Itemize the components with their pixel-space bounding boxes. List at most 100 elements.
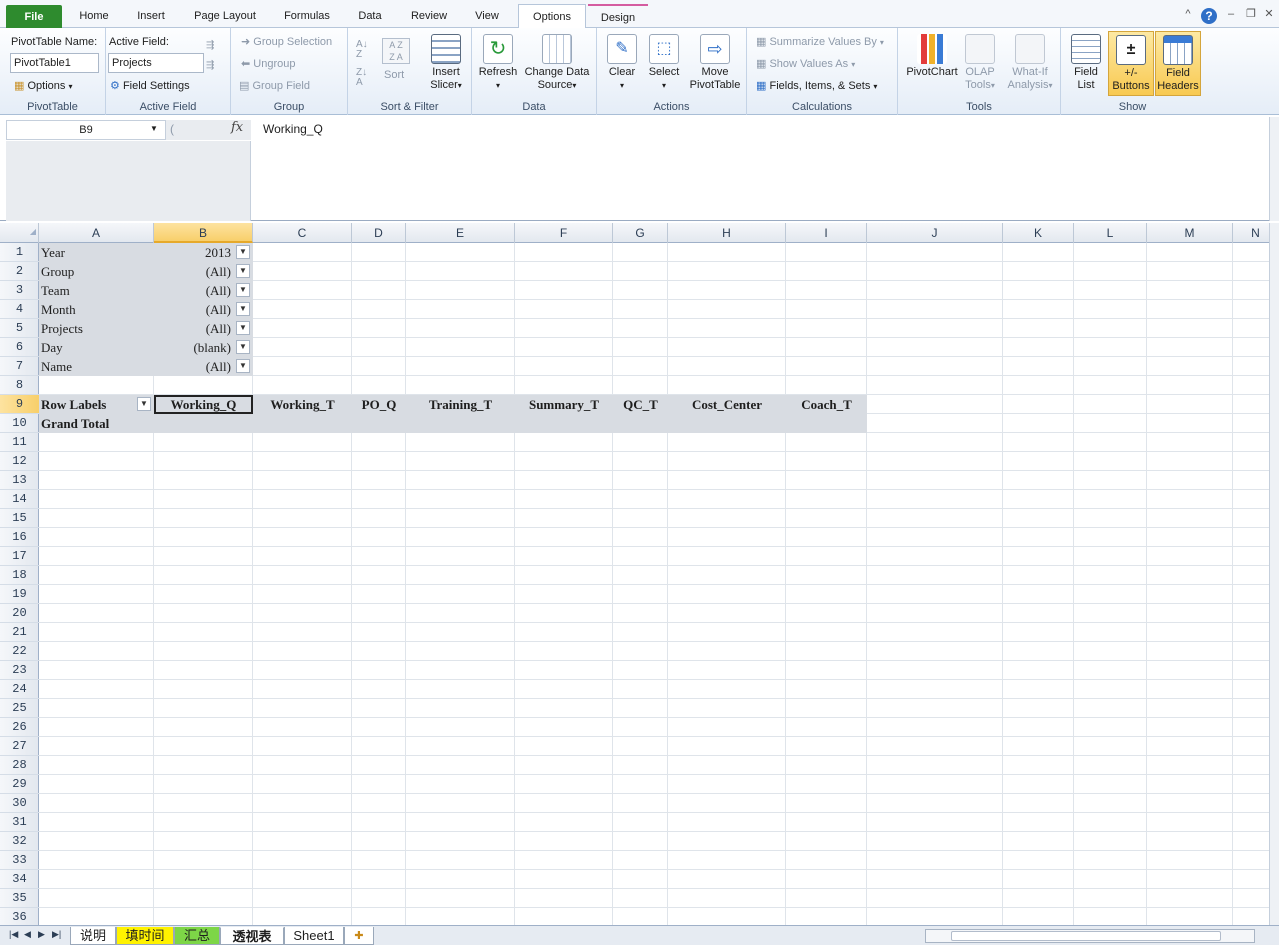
row-labels-header[interactable]: Row Labels — [41, 395, 152, 414]
last-sheet-icon[interactable]: ▶| — [52, 929, 61, 940]
row-header-17[interactable]: 17 — [0, 547, 39, 566]
row-header-31[interactable]: 31 — [0, 813, 39, 832]
row-header-26[interactable]: 26 — [0, 718, 39, 737]
vertical-scrollbar[interactable] — [1269, 223, 1279, 925]
formula-cancel-icon[interactable]: ( — [170, 122, 174, 136]
sort-button[interactable]: Sort — [384, 69, 404, 81]
row-header-15[interactable]: 15 — [0, 509, 39, 528]
show-values-button[interactable]: ▦ Show Values As ▾ — [756, 57, 855, 70]
group-selection-button[interactable]: ➜ Group Selection — [241, 35, 332, 48]
filter-active-icon[interactable]: ▼ — [236, 340, 250, 354]
row-header-14[interactable]: 14 — [0, 490, 39, 509]
pivot-value-header[interactable]: Cost_Center — [670, 395, 784, 414]
filter-field-label[interactable]: Name — [41, 357, 152, 376]
insert-slicer-button[interactable]: Insert Slicer▾ — [426, 34, 466, 92]
formula-bar-scrollbar[interactable] — [1269, 117, 1279, 221]
row-header-19[interactable]: 19 — [0, 585, 39, 604]
row-header-6[interactable]: 6 — [0, 338, 39, 357]
field-list-button[interactable]: Field List — [1067, 34, 1105, 92]
pivottable-name-input[interactable]: PivotTable1 — [10, 53, 99, 73]
filter-field-label[interactable]: Month — [41, 300, 152, 319]
select-button[interactable]: ⬚ Select ▾ — [645, 34, 683, 92]
filter-dropdown-icon[interactable]: ▼ — [236, 283, 250, 297]
row-header-21[interactable]: 21 — [0, 623, 39, 642]
tab-view[interactable]: View — [464, 4, 510, 28]
filter-field-label[interactable]: Team — [41, 281, 152, 300]
insert-sheet-icon[interactable]: ✚ — [344, 927, 374, 945]
formula-content[interactable]: Working_Q — [263, 122, 323, 136]
window-close-icon[interactable]: ✕ — [1262, 7, 1276, 21]
row-header-28[interactable]: 28 — [0, 756, 39, 775]
column-header-J[interactable]: J — [867, 223, 1003, 243]
tab-options[interactable]: Options — [518, 4, 586, 29]
row-header-7[interactable]: 7 — [0, 357, 39, 376]
filter-dropdown-icon[interactable]: ▼ — [236, 359, 250, 373]
group-field-button[interactable]: ▤ Group Field — [239, 79, 310, 92]
row-header-23[interactable]: 23 — [0, 661, 39, 680]
filter-dropdown-icon[interactable]: ▼ — [236, 302, 250, 316]
refresh-button[interactable]: ↻ Refresh ▾ — [476, 34, 520, 92]
field-headers-toggle[interactable]: Field Headers — [1155, 31, 1201, 96]
row-header-30[interactable]: 30 — [0, 794, 39, 813]
fields-items-sets-button[interactable]: ▦ Fields, Items, & Sets ▾ — [756, 79, 877, 92]
column-header-M[interactable]: M — [1147, 223, 1233, 243]
filter-field-label[interactable]: Projects — [41, 319, 152, 338]
what-if-analysis-button[interactable]: What-If Analysis▾ — [1002, 34, 1058, 92]
change-data-source-button[interactable]: Change Data Source▾ — [522, 34, 592, 92]
pivot-value-header[interactable]: QC_T — [615, 395, 666, 414]
row-header-33[interactable]: 33 — [0, 851, 39, 870]
row-header-11[interactable]: 11 — [0, 433, 39, 452]
tab-formulas[interactable]: Formulas — [274, 4, 340, 28]
name-box-dropdown-icon[interactable]: ▼ — [150, 124, 158, 133]
column-header-D[interactable]: D — [352, 223, 406, 243]
grand-total-label[interactable]: Grand Total — [41, 414, 152, 433]
row-header-25[interactable]: 25 — [0, 699, 39, 718]
row-header-2[interactable]: 2 — [0, 262, 39, 281]
prev-sheet-icon[interactable]: ◀ — [24, 929, 31, 940]
move-pivottable-button[interactable]: ⇨ Move PivotTable — [685, 34, 745, 92]
minimize-ribbon-icon[interactable]: ^ — [1182, 7, 1194, 21]
pivot-value-header[interactable]: Summary_T — [517, 395, 611, 414]
row-header-24[interactable]: 24 — [0, 680, 39, 699]
filter-field-label[interactable]: Year — [41, 243, 152, 262]
sort-z-to-a-icon[interactable]: Z↓ A — [356, 68, 367, 88]
horizontal-scroll-thumb[interactable] — [951, 931, 1221, 941]
column-header-G[interactable]: G — [613, 223, 668, 243]
sort-a-to-z-icon[interactable]: A↓ Z — [356, 40, 368, 60]
select-all-corner[interactable]: ◢ — [0, 223, 39, 243]
first-sheet-icon[interactable]: |◀ — [9, 929, 18, 940]
column-header-A[interactable]: A — [39, 223, 154, 243]
window-restore-icon[interactable]: ❐ — [1244, 7, 1258, 21]
row-header-10[interactable]: 10 — [0, 414, 39, 433]
filter-field-label[interactable]: Group — [41, 262, 152, 281]
pivot-value-header[interactable]: Working_T — [255, 395, 350, 414]
pivot-value-header[interactable]: PO_Q — [354, 395, 404, 414]
row-header-9[interactable]: 9 — [0, 395, 39, 414]
column-header-E[interactable]: E — [406, 223, 515, 243]
sheet-tab-4[interactable]: Sheet1 — [284, 927, 344, 945]
row-header-5[interactable]: 5 — [0, 319, 39, 338]
filter-field-label[interactable]: Day — [41, 338, 152, 357]
options-button[interactable]: ▦ Options ▾ — [14, 79, 72, 92]
tab-insert[interactable]: Insert — [126, 4, 176, 28]
row-header-20[interactable]: 20 — [0, 604, 39, 623]
field-settings-button[interactable]: ⚙ Field Settings — [110, 79, 190, 92]
worksheet-grid[interactable]: ◢ A B C D E F G H I J K L M N 1 2 3 4 5 6 7 8 9 10 11 12 13 14 15 16 1… — [0, 223, 1279, 925]
expand-field-icon[interactable]: ⇶ — [206, 40, 214, 51]
collapse-field-icon[interactable]: ⇶ — [206, 60, 214, 71]
tab-design[interactable]: Design — [588, 4, 648, 28]
horizontal-scrollbar[interactable] — [925, 929, 1255, 943]
column-header-B[interactable]: B — [154, 223, 253, 243]
filter-active-icon[interactable]: ▼ — [236, 245, 250, 259]
row-header-35[interactable]: 35 — [0, 889, 39, 908]
column-header-L[interactable]: L — [1074, 223, 1147, 243]
column-header-H[interactable]: H — [668, 223, 786, 243]
sheet-tab-0[interactable]: 说明 — [70, 927, 116, 945]
ungroup-button[interactable]: ⬅ Ungroup — [241, 57, 295, 70]
row-header-22[interactable]: 22 — [0, 642, 39, 661]
active-field-input[interactable]: Projects — [108, 53, 204, 73]
tab-data[interactable]: Data — [348, 4, 392, 28]
row-header-36[interactable]: 36 — [0, 908, 39, 925]
tab-page-layout[interactable]: Page Layout — [186, 4, 264, 28]
row-header-34[interactable]: 34 — [0, 870, 39, 889]
